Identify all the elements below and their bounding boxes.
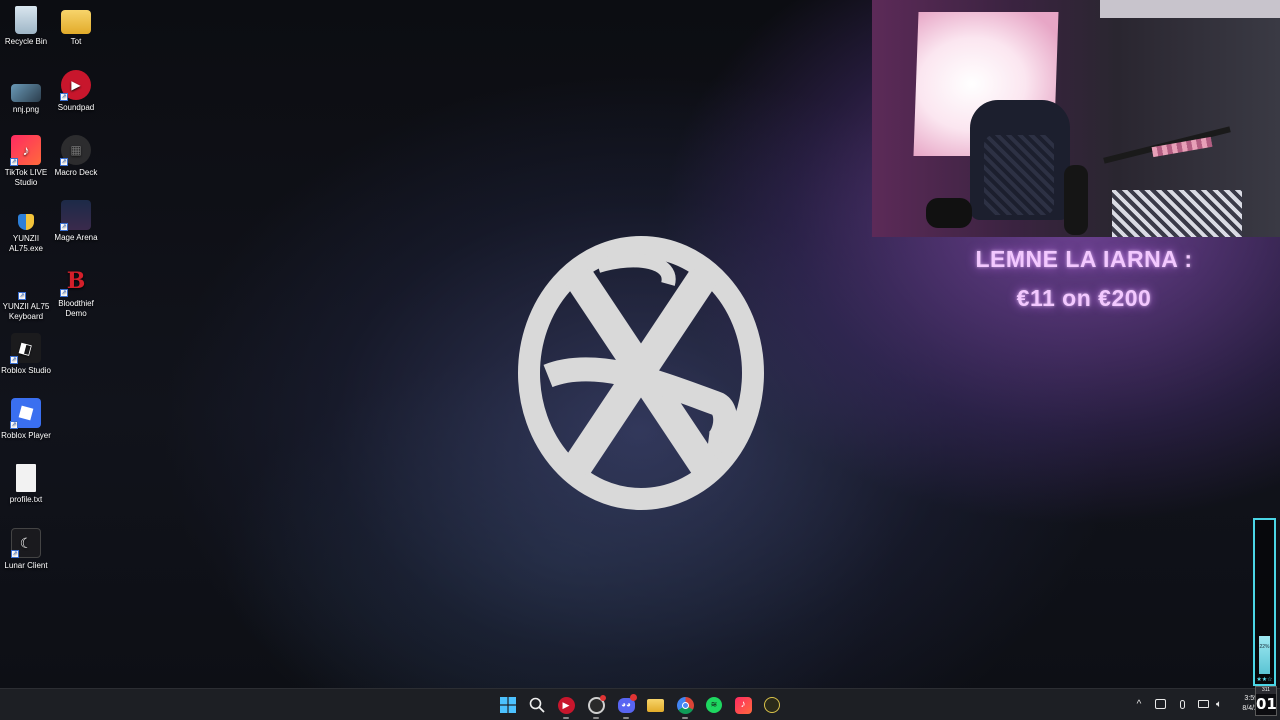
macro-deck-icon: ▦ ↗ bbox=[60, 135, 91, 166]
desktop-icon-label: profile.txt bbox=[9, 495, 43, 504]
webcam-feed bbox=[872, 0, 1280, 237]
desktop-icon-label: Bloodthief Demo bbox=[58, 299, 94, 318]
app-icon[interactable] bbox=[761, 694, 783, 716]
goal-progress: €11 on €200 bbox=[1016, 285, 1152, 311]
soundpad-icon[interactable]: ▶ bbox=[555, 694, 577, 719]
meter-fill bbox=[1259, 636, 1270, 674]
desktop-icon-mage-arena[interactable]: ↗ Mage Arena bbox=[50, 200, 102, 243]
wallpaper-logo-icon bbox=[518, 236, 764, 510]
meter-stars: ★★☆ bbox=[1256, 677, 1273, 683]
windows-start-icon[interactable] bbox=[497, 694, 519, 716]
calendar-month: 311 bbox=[1256, 687, 1276, 694]
discord-icon[interactable]: ◕◕ bbox=[615, 694, 637, 719]
desktop-icon-soundpad[interactable]: ▶ ↗ Soundpad bbox=[50, 70, 102, 113]
microphone-icon[interactable] bbox=[1175, 697, 1189, 711]
desktop-icon-label: nnj.png bbox=[12, 105, 40, 114]
mage-arena-icon: ↗ bbox=[60, 200, 91, 231]
webcam-chair-pattern bbox=[984, 135, 1054, 215]
desktop-icon-label: Roblox Studio bbox=[1, 366, 51, 375]
roblox-player-icon: ↗ bbox=[10, 398, 41, 429]
chrome-icon[interactable] bbox=[674, 694, 696, 719]
taskbar: ▶ ◕◕ ≋ ♪ ^ 🔈︎ 3:59 8/4/2 bbox=[0, 688, 1280, 720]
bloodthief-icon: B ↗ bbox=[60, 268, 86, 297]
search-icon[interactable] bbox=[526, 694, 548, 716]
desktop-icon-label: Soundpad bbox=[57, 103, 95, 112]
desktop-icon-label: YUNZII AL75 Keyboard bbox=[2, 302, 50, 321]
webcam-rug bbox=[1112, 190, 1242, 237]
calendar-day: 01 bbox=[1256, 695, 1277, 713]
folder-icon[interactable] bbox=[644, 694, 666, 716]
desktop-icon-lunar-client[interactable]: ☾ ↗ Lunar Client bbox=[0, 528, 52, 571]
tiktok-icon[interactable]: ♪ bbox=[732, 694, 754, 716]
desktop-icon-label: Lunar Client bbox=[4, 561, 48, 570]
desktop-icon-nnj-png[interactable]: nnj.png bbox=[0, 80, 52, 115]
folder-icon bbox=[61, 10, 91, 34]
desktop-icon-roblox-player[interactable]: ↗ Roblox Player bbox=[0, 398, 52, 441]
desktop-icon-tot[interactable]: Tot bbox=[50, 6, 102, 47]
meter-percent: 22% bbox=[1259, 644, 1270, 650]
soundpad-icon: ▶ ↗ bbox=[60, 70, 91, 101]
text-file-icon bbox=[16, 464, 36, 492]
desktop-icon-roblox-studio[interactable]: ◧ ↗ Roblox Studio bbox=[0, 333, 52, 376]
desktop-icon-bloodthief[interactable]: B ↗ Bloodthief Demo bbox=[50, 266, 102, 319]
desktop-icon-tiktok-live-studio[interactable]: ♪ ↗ TikTok LIVE Studio bbox=[0, 135, 52, 188]
network-icon[interactable] bbox=[1196, 697, 1210, 711]
drive-icon[interactable] bbox=[1153, 697, 1167, 711]
webcam-microphone bbox=[1064, 165, 1088, 235]
shortcut-icon: ↗ bbox=[18, 292, 26, 300]
spotify-icon[interactable]: ≋ bbox=[703, 694, 725, 716]
recycle-bin-icon bbox=[15, 6, 37, 34]
desktop-icon-label: Roblox Player bbox=[1, 431, 51, 440]
desktop-icon-label: Macro Deck bbox=[54, 168, 98, 177]
desktop-icon-macro-deck[interactable]: ▦ ↗ Macro Deck bbox=[50, 135, 102, 178]
lunar-client-icon: ☾ ↗ bbox=[11, 528, 41, 558]
roblox-studio-icon: ◧ ↗ bbox=[10, 333, 41, 364]
calendar-widget[interactable]: 311 01 bbox=[1255, 686, 1277, 716]
shield-exe-icon bbox=[18, 214, 34, 230]
desktop-icon-profile-txt[interactable]: profile.txt bbox=[0, 464, 52, 505]
tiktok-live-studio-icon: ♪ ↗ bbox=[10, 135, 41, 166]
desktop-icon-yunzii-exe[interactable]: YUNZII AL75.exe bbox=[0, 214, 52, 254]
goal-title: LEMNE LA IARNA : bbox=[975, 246, 1193, 272]
image-file-icon bbox=[11, 84, 41, 102]
chevron-up-icon[interactable]: ^ bbox=[1132, 697, 1146, 711]
desktop-icon-label: TikTok LIVE Studio bbox=[4, 168, 48, 187]
desktop-icon-label: Mage Arena bbox=[54, 233, 98, 242]
desktop-icon-recycle-bin[interactable]: Recycle Bin bbox=[0, 6, 52, 47]
volume-icon[interactable]: 🔈︎ bbox=[1212, 697, 1226, 711]
desktop-icon-label: Tot bbox=[70, 37, 82, 46]
webcam-shelf bbox=[1100, 0, 1280, 18]
desktop-icon-label: YUNZII AL75.exe bbox=[9, 234, 43, 253]
desktop-icon-label: Recycle Bin bbox=[4, 37, 48, 46]
progress-meter: 22% ★★☆ bbox=[1253, 518, 1276, 686]
obs-icon[interactable] bbox=[585, 694, 607, 719]
desktop-icon-yunzii-keyboard[interactable]: ↗ YUNZII AL75 Keyboard bbox=[0, 285, 52, 322]
webcam-bottles bbox=[926, 198, 972, 228]
